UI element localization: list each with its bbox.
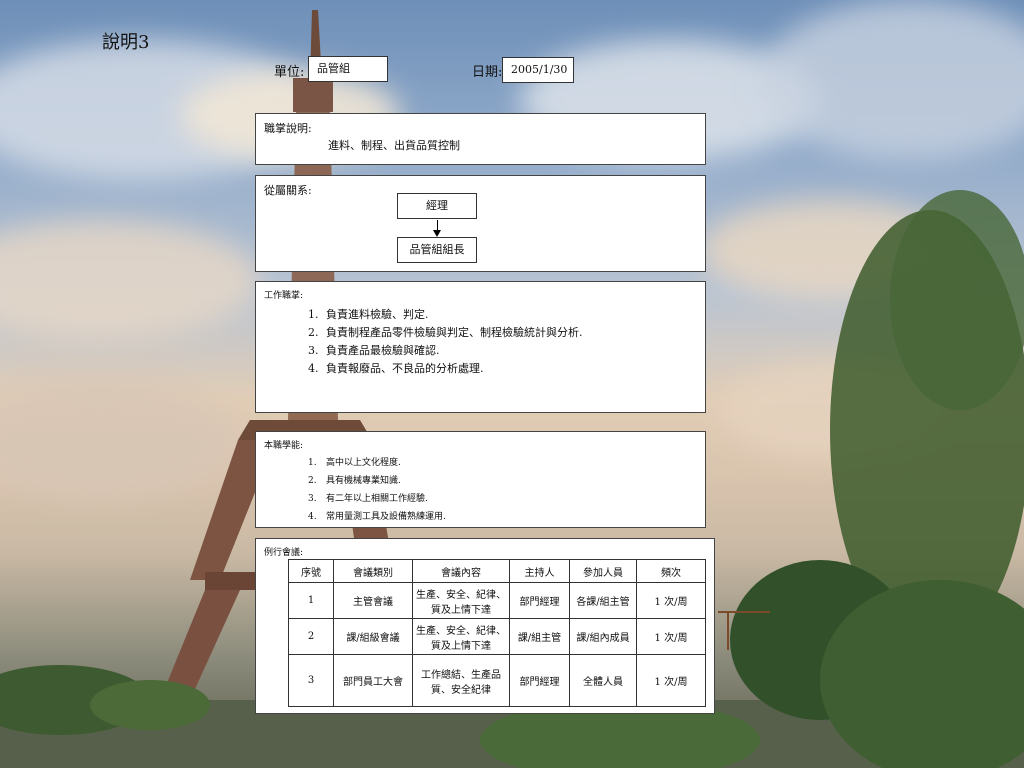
list-text: 常用量測工具及設備熟練運用. — [326, 512, 446, 522]
list-item: 1. 負責進料檢驗、判定. — [308, 306, 583, 324]
table-cell: 課/組級會議 — [333, 618, 413, 655]
table-cell: 1 次/周 — [636, 654, 706, 707]
list-item: 4. 常用量測工具及設備熟練運用. — [308, 508, 446, 526]
list-item: 2. 具有機械專業知識. — [308, 472, 446, 490]
list-number: 1. — [308, 458, 317, 468]
list-number: 2. — [308, 476, 317, 486]
responsibility-heading: 職掌說明: — [264, 122, 312, 135]
meetings-table: 序號 會議類別 會議內容 主持人 參加人員 頻次 1 主管會議 生產、安全、紀律… — [288, 559, 706, 707]
table-cell: 部門經理 — [509, 654, 570, 707]
table-cell: 生產、安全、紀律、質及上情下達 — [412, 582, 510, 619]
table-cell: 1 次/周 — [636, 618, 706, 655]
list-text: 具有機械專業知識. — [326, 476, 401, 486]
table-row: 2 課/組級會議 生產、安全、紀律、質及上情下達 課/組主管 課/組內成員 1 … — [288, 618, 706, 655]
table-header-row: 序號 會議類別 會議內容 主持人 參加人員 頻次 — [288, 559, 706, 583]
duties-list: 1. 負責進料檢驗、判定. 2. 負責制程產品零件檢驗與判定、制程檢驗統計與分析. … — [308, 306, 583, 378]
duties-panel: 工作職掌: 1. 負責進料檢驗、判定. 2. 負責制程產品零件檢驗與判定、制程檢驗統… — [255, 281, 706, 413]
responsibility-text: 進料、制程、出貨品質控制 — [328, 139, 460, 152]
column-header: 主持人 — [509, 559, 570, 583]
column-header: 頻次 — [636, 559, 706, 583]
column-header: 序號 — [288, 559, 334, 583]
table-cell: 3 — [288, 654, 334, 707]
reporting-panel: 從屬關系: 經理 品管組組長 — [255, 175, 706, 272]
table-cell: 1 次/周 — [636, 582, 706, 619]
skills-heading: 本職學能: — [264, 441, 304, 451]
date-field[interactable]: 2005/1/30 — [502, 57, 574, 83]
column-header: 參加人員 — [569, 559, 637, 583]
list-text: 負責產品最檢驗與確認. — [326, 344, 440, 357]
arrow-down-icon — [433, 230, 441, 237]
list-number: 4. — [308, 512, 317, 522]
reporting-heading: 從屬關系: — [264, 184, 312, 197]
list-text: 有二年以上相關工作經驗. — [326, 494, 428, 504]
table-cell: 課/組內成員 — [569, 618, 637, 655]
list-text: 高中以上文化程度. — [326, 458, 401, 468]
unit-label: 單位: — [274, 65, 305, 80]
list-item: 1. 高中以上文化程度. — [308, 454, 446, 472]
skills-list: 1. 高中以上文化程度. 2. 具有機械專業知識. 3. 有二年以上相關工作經驗. 4… — [308, 454, 446, 526]
list-item: 3. 負責產品最檢驗與確認. — [308, 342, 583, 360]
table-cell: 主管會議 — [333, 582, 413, 619]
list-number: 2. — [308, 326, 319, 339]
table-cell: 工作總結、生產品質、安全紀律 — [412, 654, 510, 707]
skills-panel: 本職學能: 1. 高中以上文化程度. 2. 具有機械專業知識. 3. 有二年以上相關工… — [255, 431, 706, 528]
table-cell: 課/組主管 — [509, 618, 570, 655]
column-header: 會議內容 — [412, 559, 510, 583]
date-label: 日期: — [472, 65, 503, 80]
table-cell: 全體人員 — [569, 654, 637, 707]
org-box-team-lead: 品管組組長 — [397, 237, 477, 263]
meetings-panel: 例行會議: 序號 會議類別 會議內容 主持人 參加人員 頻次 1 主管會議 生產… — [255, 538, 715, 714]
table-cell: 各課/組主管 — [569, 582, 637, 619]
page-title: 說明3 — [102, 32, 150, 53]
org-box-manager: 經理 — [397, 193, 477, 219]
table-cell: 生產、安全、紀律、質及上情下達 — [412, 618, 510, 655]
table-row: 1 主管會議 生產、安全、紀律、質及上情下達 部門經理 各課/組主管 1 次/周 — [288, 582, 706, 619]
meetings-heading: 例行會議: — [264, 548, 304, 558]
list-item: 3. 有二年以上相關工作經驗. — [308, 490, 446, 508]
list-item: 4. 負責報廢品、不良品的分析處理. — [308, 360, 583, 378]
table-cell: 部門經理 — [509, 582, 570, 619]
responsibility-panel: 職掌說明: 進料、制程、出貨品質控制 — [255, 113, 706, 165]
list-text: 負責制程產品零件檢驗與判定、制程檢驗統計與分析. — [326, 326, 583, 339]
table-cell: 2 — [288, 618, 334, 655]
list-number: 3. — [308, 494, 317, 504]
table-cell: 部門員工大會 — [333, 654, 413, 707]
list-number: 1. — [308, 308, 319, 321]
list-text: 負責進料檢驗、判定. — [326, 308, 429, 321]
list-number: 4. — [308, 362, 319, 375]
unit-field[interactable]: 品管組 — [308, 56, 388, 82]
list-text: 負責報廢品、不良品的分析處理. — [326, 362, 484, 375]
list-number: 3. — [308, 344, 319, 357]
column-header: 會議類別 — [333, 559, 413, 583]
table-row: 3 部門員工大會 工作總結、生產品質、安全紀律 部門經理 全體人員 1 次/周 — [288, 654, 706, 707]
list-item: 2. 負責制程產品零件檢驗與判定、制程檢驗統計與分析. — [308, 324, 583, 342]
table-cell: 1 — [288, 582, 334, 619]
duties-heading: 工作職掌: — [264, 291, 304, 301]
